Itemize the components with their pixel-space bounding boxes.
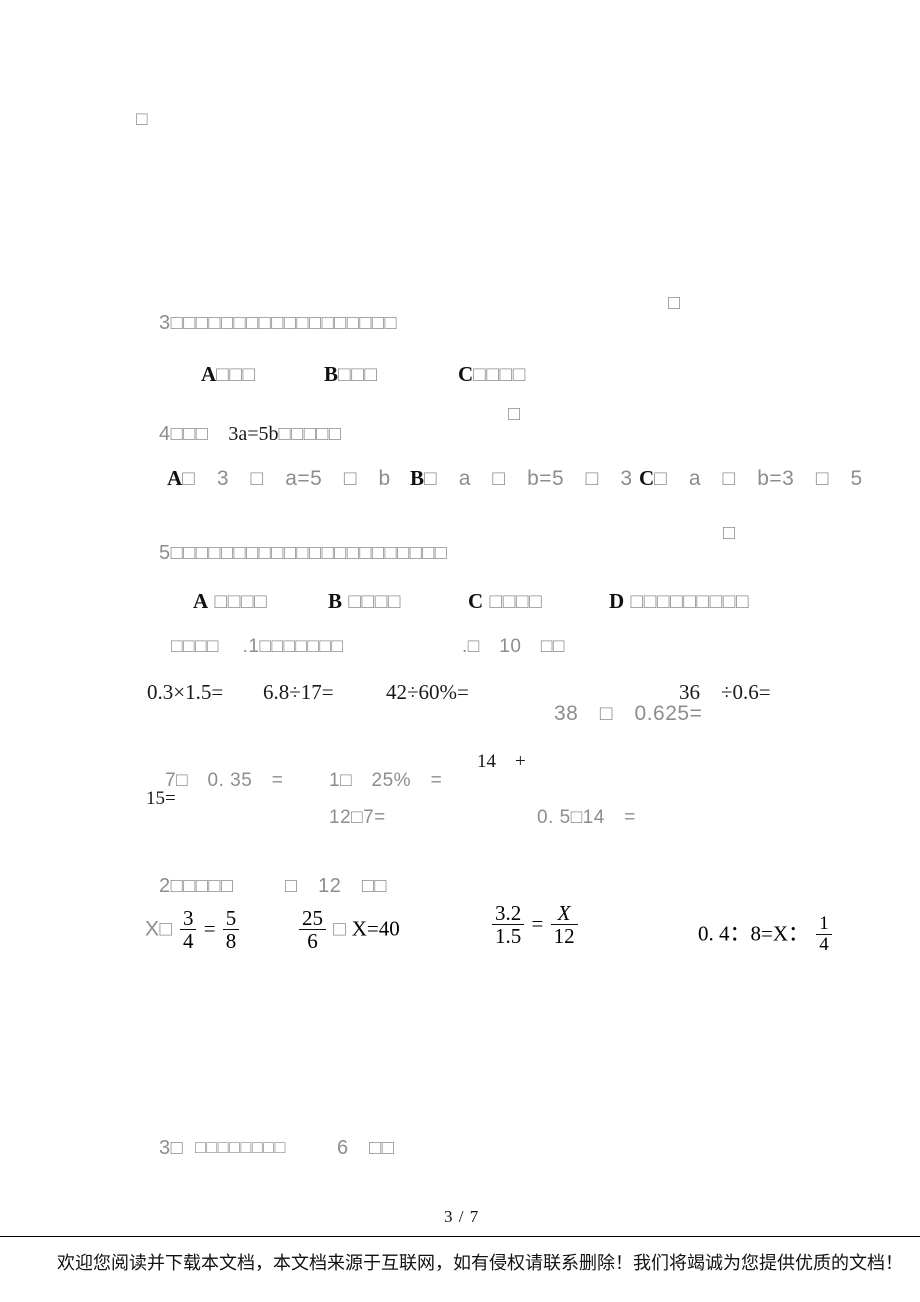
- equation-1: X□ 3 4 = 5 8: [145, 907, 241, 953]
- page-number: 3 / 7: [444, 1207, 480, 1226]
- equation-1-fraction-right: 5 8: [222, 907, 240, 952]
- option-c-letter: C: [639, 466, 655, 490]
- section-solve-label: 2□□□□□: [159, 875, 234, 897]
- option-a-letter: A: [167, 466, 183, 490]
- option-a-text: □□□□: [214, 590, 268, 613]
- oral-calc-item: 12□7=: [329, 807, 386, 828]
- section-calc-label-prefix: □□□□: [171, 636, 219, 657]
- question-5-answer-blank[interactable]: □: [723, 523, 736, 543]
- equation-3-fraction-left: 3.2 1.5: [492, 902, 525, 947]
- question-3-answer-blank[interactable]: □: [668, 293, 681, 313]
- option-d-text: □□□□□□□□□: [630, 590, 750, 613]
- equation-3-relation: =: [531, 911, 544, 936]
- footer-notice: 欢迎您阅读并下载本文档，本文档来源于互联网，如有侵权请联系删除！我们将竭诚为您提…: [57, 1253, 903, 1274]
- question-3-option-b[interactable]: B□□□: [303, 343, 378, 406]
- top-marker-glyph: □: [136, 109, 148, 130]
- question-4-option-c[interactable]: C□ a □ b=3 □ 5: [618, 447, 863, 510]
- question-5-option-d[interactable]: D □□□□□□□□□: [588, 570, 749, 633]
- section-calc-header: □□□□ .1□□□□□□□: [152, 618, 343, 675]
- question-3-stem-text: 3□□□□□□□□□□□□□□□□□□: [159, 312, 398, 334]
- equation-2-tail: X=40: [351, 916, 400, 941]
- document-page: □ 3□□□□□□□□□□□□□□□□□□ □ A□□□ B□□□ C□□□□ …: [0, 0, 920, 1302]
- oral-calc-item: 42÷60%=: [386, 680, 469, 704]
- option-c-text: □□□□: [489, 590, 543, 613]
- question-4-option-b[interactable]: B□ a □ b=5 □ 3: [389, 447, 633, 510]
- option-c-text: □ a □ b=3 □ 5: [654, 467, 863, 490]
- question-4-stem-suffix: □□□□□: [278, 423, 342, 445]
- question-3-option-a[interactable]: A□□□: [180, 343, 256, 406]
- option-a-text: □□□: [216, 363, 256, 386]
- equation-3: 3.2 1.5 = X 12: [490, 902, 580, 948]
- option-b-letter: B: [328, 589, 343, 613]
- section-calc-label-mid: .1□□□□□□□: [242, 636, 344, 657]
- option-c-text: □□□□: [473, 363, 526, 386]
- equation-4: 0. 4：8=X： 1 4: [698, 914, 834, 956]
- option-d-letter: D: [609, 589, 625, 613]
- equation-2-fraction: 25 6: [299, 907, 326, 952]
- equation-1-fraction-left: 3 4: [179, 907, 197, 952]
- question-5-stem-text: 5□□□□□□□□□□□□□□□□□□□□□□: [159, 542, 448, 564]
- section-3-score: 6 □□: [337, 1137, 395, 1159]
- equation-1-relation: =: [203, 916, 216, 941]
- section-solve-score: □ 12 □□: [285, 875, 387, 897]
- oral-calc-item: 6.8÷17=: [263, 680, 334, 704]
- oral-calc-item: 14 +: [477, 751, 526, 772]
- option-c-letter: C: [468, 589, 484, 613]
- option-b-text: □□□□: [348, 590, 402, 613]
- question-4-answer-blank[interactable]: □: [508, 404, 521, 424]
- oral-calc-item: 15=: [146, 788, 176, 809]
- option-c-letter: C: [458, 362, 474, 386]
- option-b-text: □□□: [338, 363, 378, 386]
- oral-calc-item: 36 ÷0.6=: [679, 680, 771, 704]
- equation-4-fraction: 1 4: [816, 914, 832, 955]
- oral-calc-item: 0. 5□14 =: [537, 807, 636, 828]
- question-3-option-c[interactable]: C□□□□: [437, 343, 526, 406]
- option-b-text: □ a □ b=5 □ 3: [424, 467, 633, 490]
- question-4-option-a[interactable]: A□ 3 □ a=5 □ b: [146, 447, 391, 510]
- question-4-stem-math: 3a=5b: [228, 423, 279, 445]
- option-a-letter: A: [193, 589, 209, 613]
- oral-calc-item: 38 □ 0.625=: [554, 702, 703, 725]
- equation-2: 25 6 □ X=40: [297, 907, 400, 953]
- equation-4-lead: 0. 4：8=X：: [698, 921, 810, 946]
- option-b-letter: B: [324, 362, 339, 386]
- section-calc-score: .□ 10 □□: [462, 636, 565, 657]
- option-a-text: □ 3 □ a=5 □ b: [182, 467, 391, 490]
- section-3-body: □□□□□□□□: [195, 1137, 286, 1157]
- option-a-letter: A: [201, 362, 217, 386]
- equation-3-fraction-right: X 12: [550, 902, 578, 947]
- equation-2-operator: □: [333, 917, 347, 941]
- footer-divider: [0, 1236, 920, 1237]
- equation-1-lead: X□: [145, 917, 173, 941]
- option-b-letter: B: [410, 466, 425, 490]
- oral-calc-item: 0.3×1.5=: [147, 680, 224, 704]
- question-4-stem-prefix: 4□□□: [159, 423, 209, 445]
